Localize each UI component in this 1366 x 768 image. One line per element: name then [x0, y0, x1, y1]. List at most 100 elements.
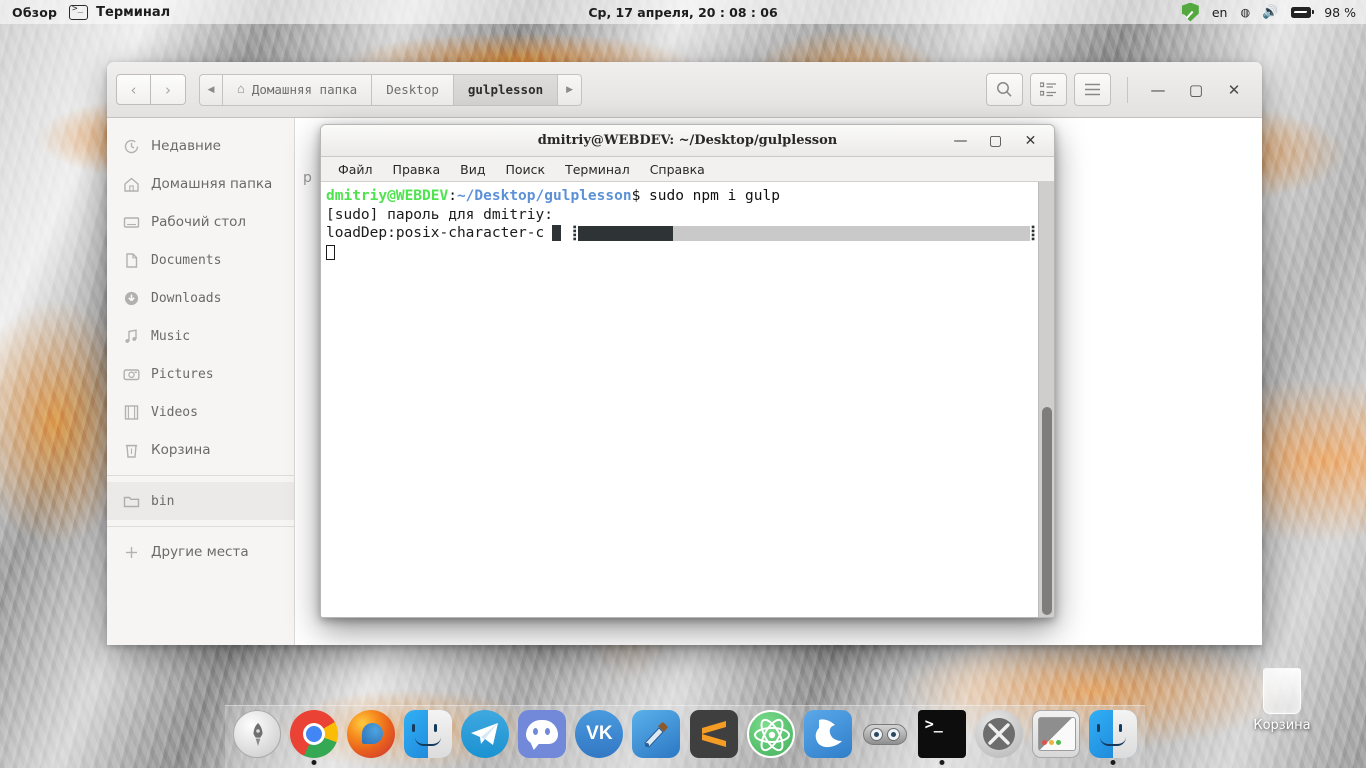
firefox-icon — [347, 710, 396, 758]
maximize-button[interactable]: ▢ — [1177, 73, 1215, 107]
progress-bar-track — [577, 225, 1030, 241]
sidebar-item-other-locations[interactable]: Другие места — [107, 533, 294, 571]
menu-item-view[interactable]: Вид — [460, 162, 485, 177]
sidebar-item-trash[interactable]: Корзина — [107, 431, 294, 469]
dock-item-sublime-text[interactable] — [688, 710, 740, 766]
keyboard-layout-indicator[interactable]: en — [1212, 5, 1228, 20]
terminal-scrollbar-thumb[interactable] — [1042, 407, 1052, 615]
dock-item-atom[interactable] — [745, 710, 797, 766]
terminal-icon — [69, 4, 89, 20]
launchpad-icon — [233, 710, 281, 758]
progress-bar-left-bracket: ⢸ — [567, 225, 578, 241]
terminal-menu-bar: Файл Правка Вид Поиск Терминал Справка — [321, 157, 1054, 182]
hamburger-menu-icon[interactable] — [1074, 73, 1111, 106]
breadcrumb-scroll-left[interactable]: ◀ — [199, 73, 223, 106]
clock[interactable]: Ср, 17 апреля, 20 : 08 : 06 — [0, 5, 1366, 20]
sublime-text-icon — [689, 710, 738, 758]
close-button[interactable]: ✕ — [1013, 126, 1048, 156]
sidebar-item-music[interactable]: Music — [107, 317, 294, 355]
back-button[interactable]: ‹ — [116, 74, 151, 105]
terminal-window[interactable]: dmitriy@WEBDEV: ~/Desktop/gulplesson — ▢… — [320, 124, 1055, 618]
maximize-button[interactable]: ▢ — [978, 126, 1013, 156]
terminal-window-buttons: — ▢ ✕ — [943, 126, 1054, 156]
overview-button[interactable]: Обзор — [12, 5, 57, 20]
progress-bar-fill — [577, 225, 673, 241]
sidebar-item-home[interactable]: Домашняя папка — [107, 165, 294, 203]
dock-item-xcode[interactable] — [630, 710, 682, 766]
running-indicator — [1110, 760, 1116, 765]
sidebar-item-label: Недавние — [151, 138, 221, 154]
xcode-icon — [632, 710, 681, 758]
sidebar-item-label: Pictures — [151, 366, 214, 382]
minimize-button[interactable]: — — [1139, 73, 1177, 107]
sidebar-item-videos[interactable]: Videos — [107, 393, 294, 431]
dock-item-xcode-tools[interactable] — [973, 710, 1025, 766]
sidebar-item-bin[interactable]: bin — [107, 482, 294, 520]
battery-icon[interactable] — [1291, 6, 1315, 18]
sidebar-item-recent[interactable]: Недавние — [107, 127, 294, 165]
menu-item-help[interactable]: Справка — [650, 162, 705, 177]
dock-item-finder-second[interactable] — [1087, 710, 1139, 766]
terminal-command: $ sudo npm i gulp — [631, 188, 780, 204]
sidebar-item-documents[interactable]: Documents — [107, 241, 294, 279]
plus-icon — [123, 544, 140, 561]
dock-item-telegram[interactable] — [459, 710, 511, 766]
dock-item-discord[interactable] — [516, 710, 568, 766]
terminal-screen[interactable]: dmitriy@WEBDEV:~/Desktop/gulplesson$ sud… — [321, 182, 1054, 617]
breadcrumb-item-gulplesson[interactable]: gulplesson — [453, 73, 559, 106]
list-view-icon[interactable] — [1030, 73, 1067, 106]
terminal-prompt-user: dmitriy@WEBDEV — [326, 188, 449, 204]
eye-icon[interactable]: ◍ — [1240, 6, 1250, 19]
running-indicator — [311, 760, 317, 765]
sidebar-divider — [107, 475, 294, 476]
terminal-scrollbar[interactable] — [1038, 182, 1054, 617]
home-icon — [123, 176, 140, 193]
dock-item-launchpad[interactable] — [231, 710, 283, 766]
file-manager-header: ‹ › ◀ ⌂ Домашняя папка Desktop gulplesso… — [107, 62, 1262, 118]
videos-icon — [123, 404, 140, 421]
minimize-button[interactable]: — — [943, 126, 978, 156]
sidebar-divider — [107, 526, 294, 527]
sidebar-item-label: Documents — [151, 252, 222, 268]
sidebar-item-desktop[interactable]: Рабочий стол — [107, 203, 294, 241]
running-indicator — [939, 760, 945, 765]
menu-item-file[interactable]: Файл — [338, 162, 373, 177]
menu-item-edit[interactable]: Правка — [393, 162, 441, 177]
shield-check-icon[interactable] — [1181, 2, 1199, 22]
volume-icon[interactable]: 🔊 — [1262, 5, 1278, 20]
terminal-line-progress: loadDep:posix-character-c ⢸ ⡇ — [326, 224, 1054, 243]
dock-item-terminal[interactable]: >_ — [916, 710, 968, 766]
dock-item-chrome[interactable] — [288, 710, 340, 766]
file-manager-toolbar: — ▢ ✕ — [979, 73, 1253, 107]
terminal-prompt-colon: : — [448, 188, 457, 204]
dock-item-preview-window[interactable] — [1030, 710, 1082, 766]
sidebar-item-label: Домашняя папка — [151, 176, 273, 192]
terminal-input-caret — [326, 244, 335, 260]
forward-button[interactable]: › — [151, 74, 186, 105]
active-app-indicator[interactable]: Терминал — [69, 4, 171, 20]
breadcrumb-scroll-right[interactable]: ▶ — [558, 73, 583, 106]
menu-item-terminal[interactable]: Терминал — [565, 162, 630, 177]
dock-item-sketch[interactable] — [802, 710, 854, 766]
top-panel: Обзор Терминал Ср, 17 апреля, 20 : 08 : … — [0, 0, 1366, 24]
sidebar-item-pictures[interactable]: Pictures — [107, 355, 294, 393]
dock-item-firefox[interactable] — [345, 710, 397, 766]
terminal-line-sudo-prompt: [sudo] пароль для dmitriy: — [326, 206, 553, 223]
documents-icon — [123, 252, 140, 269]
breadcrumb-item-desktop[interactable]: Desktop — [372, 73, 454, 106]
dock-item-finder[interactable] — [402, 710, 454, 766]
trash-icon — [1263, 668, 1301, 714]
close-button[interactable]: ✕ — [1215, 73, 1253, 107]
menu-item-search[interactable]: Поиск — [505, 162, 545, 177]
dock-item-github-desktop[interactable] — [859, 710, 911, 766]
terminal-icon: >_ — [917, 710, 966, 758]
search-icon[interactable] — [986, 73, 1023, 106]
terminal-prompt-path: ~/Desktop/gulplesson — [456, 188, 632, 204]
sidebar-item-label: Корзина — [151, 442, 211, 458]
sidebar-item-downloads[interactable]: Downloads — [107, 279, 294, 317]
terminal-title-bar[interactable]: dmitriy@WEBDEV: ~/Desktop/gulplesson — ▢… — [321, 125, 1054, 157]
dock-item-vk[interactable]: VK — [573, 710, 625, 766]
desktop-trash-icon[interactable]: Корзина — [1236, 668, 1328, 733]
active-app-name: Терминал — [96, 4, 171, 20]
breadcrumb-item-home[interactable]: ⌂ Домашняя папка — [223, 73, 373, 106]
